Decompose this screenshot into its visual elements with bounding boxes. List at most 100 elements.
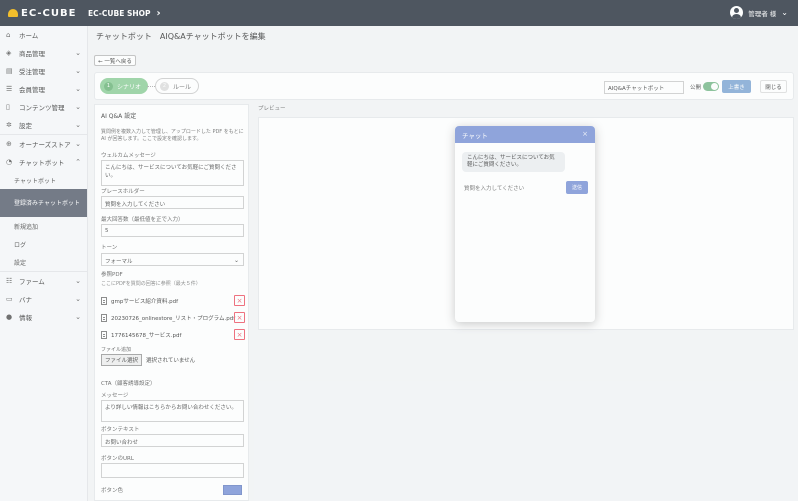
banner-icon: ▭ [6, 295, 13, 303]
welcome-message-field[interactable]: こんにちは、サービスについてお気軽にご質問ください。 [101, 160, 244, 186]
cta-message-field[interactable]: より詳しい情報はこちらからお問い合わせください。 [101, 400, 244, 422]
tone-select[interactable]: フォーマル ⌄ [101, 253, 244, 266]
home-icon: ⌂ [6, 31, 11, 39]
sidebar-subitem-label: 登録済みチャットボット [14, 199, 80, 207]
button-url-field[interactable] [101, 463, 244, 478]
sidebar-subitem-label: 設定 [14, 259, 27, 267]
sidebar-subitem-settings[interactable]: 設定 [0, 253, 87, 271]
sidebar-item-label: コンテンツ管理 [19, 104, 65, 112]
step-number: 2 [160, 81, 169, 91]
pdf-file-item: gmpサービス紹介資料.pdf × [101, 295, 245, 306]
tone-label: トーン [101, 245, 118, 251]
logo[interactable]: EC-CUBE [0, 8, 88, 19]
chevron-down-icon: ⌄ [75, 85, 81, 93]
button-url-label: ボタンのURL [101, 456, 134, 462]
sidebar-subitem-chatbot[interactable]: チャットボット [0, 171, 87, 189]
sidebar: ⌂ ホーム ◈ 商品管理 ⌄ ▤ 受注管理 ⌄ ☰ 会員管理 ⌄ ▯ コンテンツ… [0, 26, 88, 501]
preview-label: プレビュー [258, 106, 286, 112]
sidebar-item-settings[interactable]: ✲ 設定 ⌄ [0, 116, 87, 134]
sidebar-subitem-label: チャットボット [14, 177, 56, 185]
info-icon: ● [6, 313, 13, 321]
sidebar-item-label: ファーム [19, 278, 45, 286]
chevron-right-icon: › [156, 7, 161, 19]
chevron-down-icon: ⌄ [75, 121, 81, 129]
chevron-down-icon: ⌄ [233, 257, 239, 264]
sidebar-subitem-label: 新規追加 [14, 223, 39, 231]
step-rule[interactable]: 2 ルール [155, 78, 200, 94]
logo-mark-icon [8, 9, 18, 17]
sidebar-subitem-label: ログ [14, 241, 27, 249]
delete-icon[interactable]: × [234, 295, 245, 306]
save-button[interactable]: 上書き [722, 80, 751, 93]
button-text-field[interactable]: お問い合わせ [101, 434, 244, 447]
sidebar-subitem-log[interactable]: ログ [0, 235, 87, 253]
sidebar-item-form[interactable]: ☷ ファーム ⌄ [0, 272, 87, 290]
chevron-down-icon: ⌄ [75, 277, 81, 285]
chevron-up-icon: ⌃ [75, 158, 81, 166]
public-label: 公開 [690, 85, 702, 91]
chat-widget-title: チャット [462, 131, 488, 140]
users-icon: ☰ [6, 85, 13, 93]
sidebar-item-content[interactable]: ▯ コンテンツ管理 ⌄ [0, 98, 87, 116]
sidebar-subitem-new[interactable]: 新規追加 [0, 217, 87, 235]
shop-name: EC-CUBE SHOP [88, 8, 151, 18]
sidebar-item-chatbot[interactable]: ◔ チャットボット ⌃ [0, 153, 87, 171]
document-icon [101, 296, 107, 305]
delete-icon[interactable]: × [234, 329, 245, 340]
sidebar-subitem-registered[interactable]: 登録済みチャットボット [0, 189, 87, 217]
delete-icon[interactable]: × [234, 312, 245, 323]
sidebar-item-owners-store[interactable]: ⊕ オーナーズストア ⌄ [0, 135, 87, 153]
sidebar-item-products[interactable]: ◈ 商品管理 ⌄ [0, 44, 87, 62]
pdf-file-item: 1776145678_サービス.pdf × [101, 329, 245, 340]
panel-title: AI Q&A 設定 [101, 113, 137, 120]
form-icon: ☷ [6, 277, 13, 285]
back-to-list-button[interactable]: ← 一覧へ戻る [94, 55, 136, 66]
sidebar-item-label: 会員管理 [19, 86, 45, 94]
sidebar-item-label: バナ [19, 296, 32, 304]
max-answers-field[interactable]: 5 [101, 224, 244, 237]
button-text-label: ボタンテキスト [101, 427, 140, 433]
user-avatar-icon [730, 6, 744, 19]
sidebar-item-label: 受注管理 [19, 68, 45, 76]
shop-link[interactable]: EC-CUBE SHOP › [88, 8, 161, 19]
file-icon: ▯ [6, 103, 10, 111]
user-menu[interactable]: 管理者 様 ⌄ [730, 6, 788, 19]
close-icon[interactable]: × [582, 130, 588, 138]
step-number: 1 [104, 81, 113, 91]
document-icon [101, 313, 107, 322]
public-toggle[interactable] [703, 82, 719, 91]
logo-text: EC-CUBE [21, 7, 77, 19]
placeholder-field[interactable]: 質問を入力してください [101, 196, 244, 209]
chevron-down-icon: ⌄ [75, 295, 81, 303]
sidebar-item-home[interactable]: ⌂ ホーム [0, 26, 87, 44]
chat-icon: ◔ [6, 158, 13, 166]
sidebar-item-label: チャットボット [19, 159, 65, 167]
close-button[interactable]: 閉じる [760, 80, 787, 93]
chat-widget-header: チャット × [455, 126, 595, 143]
sidebar-item-label: オーナーズストア [19, 141, 71, 149]
pdf-file-item: 20230726_onlinestore_リスト・プログラム.pdf × [101, 312, 245, 323]
chevron-down-icon: ⌄ [75, 49, 81, 57]
step-label: ルール [173, 83, 192, 91]
sidebar-item-label: 設定 [19, 122, 32, 130]
page-title: チャットボット AIQ&Aチャットボットを編集 [96, 32, 266, 41]
sidebar-item-customers[interactable]: ☰ 会員管理 ⌄ [0, 80, 87, 98]
chevron-down-icon: ⌄ [75, 103, 81, 111]
pdf-file-name: 1776145678_サービス.pdf [111, 332, 182, 339]
sidebar-item-orders[interactable]: ▤ 受注管理 ⌄ [0, 62, 87, 80]
editor-toolbar: 1 シナリオ 2 ルール AIQ&Aチャットボット 公開 上書き 閉じる [94, 72, 794, 100]
sidebar-item-info[interactable]: ● 情報 ⌄ [0, 308, 87, 326]
pdf-file-name: gmpサービス紹介資料.pdf [111, 298, 179, 305]
button-color-picker[interactable] [223, 485, 242, 495]
sidebar-item-label: ホーム [19, 32, 39, 40]
message-label: メッセージ [101, 393, 129, 399]
sidebar-item-label: 情報 [19, 314, 32, 322]
sidebar-item-banner[interactable]: ▭ バナ ⌄ [0, 290, 87, 308]
chat-message-input[interactable]: 質問を入力してください [462, 181, 562, 194]
gear-icon: ✲ [6, 121, 12, 129]
file-chooser: ファイル選択 選択されていません [101, 354, 195, 366]
step-scenario[interactable]: 1 シナリオ [100, 78, 149, 94]
choose-file-button[interactable]: ファイル選択 [101, 354, 143, 366]
chatbot-name-input[interactable]: AIQ&Aチャットボット [604, 81, 684, 94]
send-button[interactable]: 送信 [566, 181, 588, 194]
